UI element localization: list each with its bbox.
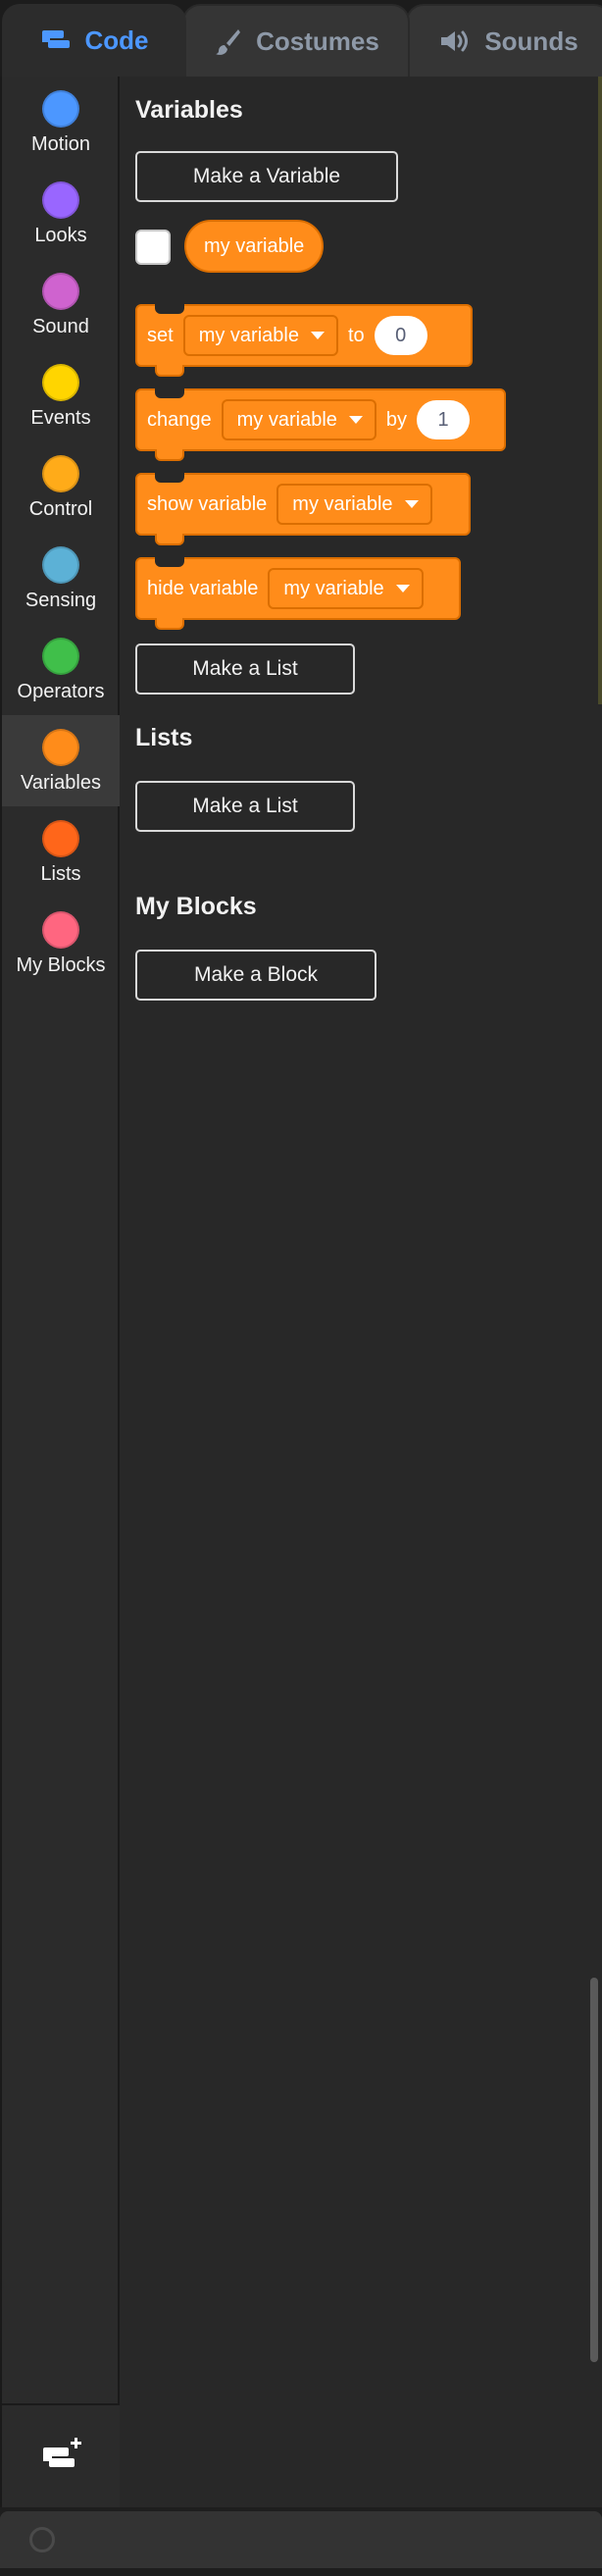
block-label: set	[147, 324, 174, 346]
lists-color-dot	[42, 820, 79, 857]
tab-code-label: Code	[84, 25, 149, 55]
category-label: Control	[28, 498, 93, 520]
block-label: hide variable	[147, 577, 259, 599]
value-input[interactable]: 1	[417, 400, 471, 439]
chevron-down-icon	[395, 585, 410, 592]
block-notch	[155, 557, 184, 567]
block-nub	[155, 449, 184, 461]
category-my-blocks[interactable]: My Blocks	[2, 898, 120, 989]
category-label: Sound	[32, 316, 89, 337]
variable-dropdown[interactable]: my variable	[268, 568, 424, 609]
bottom-bar	[0, 2507, 602, 2576]
block-notch	[155, 304, 184, 314]
speaker-icon	[439, 28, 471, 54]
chevron-down-icon	[348, 416, 363, 424]
block-nub	[155, 618, 184, 630]
make-list-button[interactable]: Make a List	[135, 644, 355, 695]
tab-code[interactable]: Code	[2, 4, 186, 77]
variable-dropdown[interactable]: my variable	[276, 484, 432, 525]
set-variable-block[interactable]: set my variable to 0	[135, 304, 473, 377]
tab-sounds[interactable]: Sounds	[406, 4, 602, 77]
make-variable-button[interactable]: Make a Variable	[135, 151, 398, 202]
sound-color-dot	[42, 273, 79, 310]
change-variable-block[interactable]: change my variable by 1	[135, 388, 506, 461]
dropdown-value: my variable	[283, 577, 384, 599]
tab-costumes[interactable]: Costumes	[182, 4, 410, 77]
add-extension-button[interactable]	[2, 2403, 120, 2509]
variable-reporter-label: my variable	[204, 234, 305, 257]
looks-color-dot	[42, 181, 79, 219]
tab-costumes-label: Costumes	[256, 26, 379, 56]
hide-variable-block[interactable]: hide variable my variable	[135, 557, 461, 630]
tab-bar: Code Costumes Sounds	[0, 0, 602, 77]
category-events[interactable]: Events	[2, 350, 120, 441]
category-label: Variables	[21, 772, 101, 794]
variable-dropdown[interactable]: my variable	[182, 315, 338, 356]
category-label: My Blocks	[16, 954, 106, 976]
category-control[interactable]: Control	[2, 441, 120, 533]
block-label: show variable	[147, 492, 268, 515]
motion-color-dot	[42, 90, 79, 128]
variable-reporter-block[interactable]: my variable	[184, 220, 325, 273]
show-variable-block[interactable]: show variable my variable	[135, 473, 471, 545]
make-list-button[interactable]: Make a List	[135, 781, 355, 832]
make-block-button[interactable]: Make a Block	[135, 950, 376, 1001]
variables-heading: Variables	[135, 96, 243, 124]
block-nub	[155, 365, 184, 377]
chevron-down-icon	[404, 500, 419, 508]
dropdown-value: my variable	[292, 492, 393, 515]
sensing-color-dot	[42, 546, 79, 584]
variable-monitor-checkbox[interactable]	[135, 230, 171, 265]
category-label: Operators	[17, 681, 105, 702]
block-notch	[155, 388, 184, 398]
block-label: to	[347, 324, 365, 346]
operators-color-dot	[42, 638, 79, 675]
category-label: Looks	[34, 225, 87, 246]
bottom-strip	[0, 2511, 602, 2568]
variable-dropdown[interactable]: my variable	[221, 399, 376, 440]
my-blocks-color-dot	[42, 911, 79, 949]
palette-scrollbar[interactable]	[590, 1978, 598, 2362]
variables-color-dot	[42, 729, 79, 766]
category-label: Sensing	[25, 590, 97, 611]
my-blocks-heading: My Blocks	[135, 893, 257, 920]
block-nub	[155, 534, 184, 545]
category-sensing[interactable]: Sensing	[2, 533, 120, 624]
control-color-dot	[42, 455, 79, 492]
category-motion[interactable]: Motion	[2, 77, 120, 168]
category-variables[interactable]: Variables	[2, 715, 120, 806]
blocks-palette: Variables Make a Variable my variable se…	[120, 77, 602, 2507]
scratch-editor: Code Costumes Sounds Motion Looks Sound …	[0, 0, 602, 2576]
category-sound[interactable]: Sound	[2, 259, 120, 350]
category-operators[interactable]: Operators	[2, 624, 120, 715]
category-menu: Motion Looks Sound Events Control Sensin…	[0, 77, 120, 2509]
block-label: by	[385, 408, 408, 431]
category-label: Events	[30, 407, 91, 429]
lists-heading: Lists	[135, 724, 193, 751]
dropdown-value: my variable	[198, 324, 299, 346]
value-input[interactable]: 0	[374, 316, 427, 355]
events-color-dot	[42, 364, 79, 401]
category-label: Lists	[40, 863, 81, 885]
category-looks[interactable]: Looks	[2, 168, 120, 259]
category-label: Motion	[30, 133, 91, 155]
category-lists[interactable]: Lists	[2, 806, 120, 898]
block-notch	[155, 473, 184, 483]
workspace-edge	[598, 77, 602, 704]
circle-icon[interactable]	[29, 2527, 55, 2552]
brush-icon	[213, 26, 242, 56]
dropdown-value: my variable	[236, 408, 337, 431]
code-icon	[40, 28, 72, 52]
add-extension-icon	[39, 2436, 82, 2480]
block-label: change	[147, 408, 212, 431]
chevron-down-icon	[310, 332, 325, 339]
tab-sounds-label: Sounds	[484, 26, 578, 56]
